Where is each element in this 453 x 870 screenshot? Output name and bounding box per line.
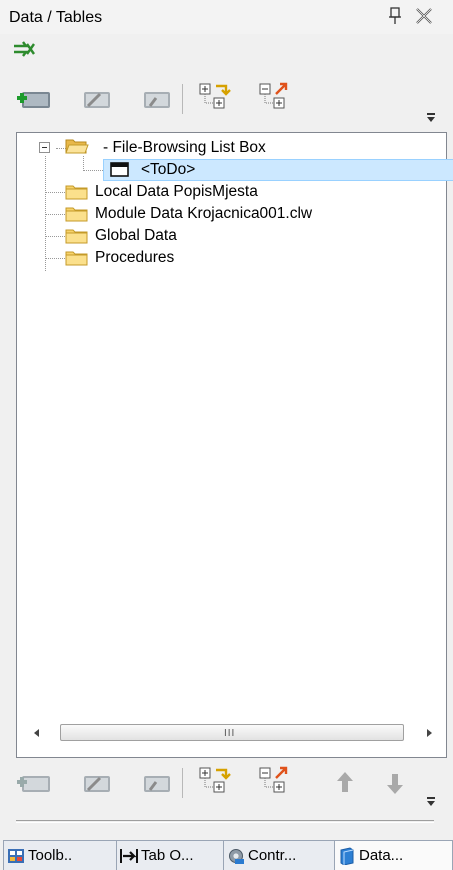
tree-node-procedures[interactable]: Procedures xyxy=(95,247,174,269)
tree-node-label: Global Data xyxy=(95,227,177,244)
panel-tab-strip: Toolb.. Tab O... Contr... Data... xyxy=(0,840,453,870)
collapse-all-icon[interactable] xyxy=(256,80,294,118)
scroll-right-icon[interactable] xyxy=(422,726,436,740)
window-icon xyxy=(110,162,129,177)
folder-icon xyxy=(65,185,88,200)
panel-title: Data / Tables xyxy=(9,9,103,26)
tab-label: Tab O... xyxy=(141,847,194,864)
tree-node-label: - File-Browsing List Box xyxy=(103,139,266,156)
pin-icon[interactable] xyxy=(386,6,404,26)
expand-all-icon[interactable] xyxy=(196,80,234,118)
open-folder-icon xyxy=(65,139,89,154)
folder-icon xyxy=(65,251,88,266)
gear-icon xyxy=(229,849,244,864)
add-item-icon[interactable] xyxy=(14,764,52,802)
add-item-icon[interactable] xyxy=(14,80,52,118)
tree-connector xyxy=(45,214,65,215)
toolbar-separator xyxy=(182,768,183,798)
tree-connector xyxy=(45,236,65,237)
tab-control-templates[interactable]: Contr... xyxy=(223,840,335,870)
tab-order[interactable]: Tab O... xyxy=(116,840,224,870)
panel-titlebar: Data / Tables xyxy=(0,0,453,34)
edit-item-icon[interactable] xyxy=(76,80,114,118)
toolbar-overflow-icon[interactable] xyxy=(424,794,438,808)
move-up-icon[interactable] xyxy=(326,764,364,802)
expand-all-icon[interactable] xyxy=(196,764,234,802)
tree-node-label: Local Data PopisMjesta xyxy=(95,183,258,200)
scroll-left-icon[interactable] xyxy=(30,726,44,740)
tab-order-icon xyxy=(120,849,138,863)
data-tree-view[interactable]: - File-Browsing List Box <ToDo> Local Da… xyxy=(16,132,453,758)
tree-connector xyxy=(45,258,65,259)
toolbox-icon xyxy=(8,849,24,863)
tree-node-label: <ToDo> xyxy=(141,161,196,178)
tree-node-global-data[interactable]: Global Data xyxy=(95,225,177,247)
edit-item-icon[interactable] xyxy=(76,764,114,802)
close-icon[interactable] xyxy=(414,6,434,26)
delete-item-icon[interactable] xyxy=(136,80,174,118)
tree-connector xyxy=(45,192,65,193)
tab-label: Contr... xyxy=(248,847,297,864)
tab-label: Data... xyxy=(359,847,404,864)
tree-node-label: Procedures xyxy=(95,249,175,266)
scrollbar-grip: III xyxy=(224,728,236,739)
tree-toolbar xyxy=(10,80,450,126)
folder-icon xyxy=(65,229,88,244)
toolbar-separator xyxy=(182,84,183,114)
bottom-toolbar xyxy=(10,764,450,810)
tree-node-local-data[interactable]: Local Data PopisMjesta xyxy=(95,181,258,203)
tree-node-todo[interactable]: <ToDo> xyxy=(103,159,453,181)
tab-toolbox[interactable]: Toolb.. xyxy=(3,840,117,870)
folder-icon xyxy=(65,207,88,222)
tab-data[interactable]: Data... xyxy=(334,840,453,870)
scrollbar-thumb[interactable]: III xyxy=(60,724,404,741)
database-book-icon xyxy=(340,847,354,865)
tree-connector xyxy=(83,156,84,171)
tree-node-root[interactable]: - File-Browsing List Box xyxy=(103,137,266,159)
move-down-icon[interactable] xyxy=(376,764,414,802)
toolbar-overflow-icon[interactable] xyxy=(424,110,438,124)
tree-connector xyxy=(83,170,103,171)
sync-icon[interactable] xyxy=(12,40,36,58)
tree-node-module-data[interactable]: Module Data Krojacnica001.clw xyxy=(95,203,312,225)
panel-divider xyxy=(16,820,434,823)
tab-label: Toolb.. xyxy=(28,847,73,864)
collapse-all-icon[interactable] xyxy=(256,764,294,802)
horizontal-scrollbar[interactable]: III xyxy=(20,722,444,744)
tree-node-label: Module Data Krojacnica001.clw xyxy=(95,205,313,222)
collapse-toggle[interactable] xyxy=(39,142,50,153)
delete-item-icon[interactable] xyxy=(136,764,174,802)
